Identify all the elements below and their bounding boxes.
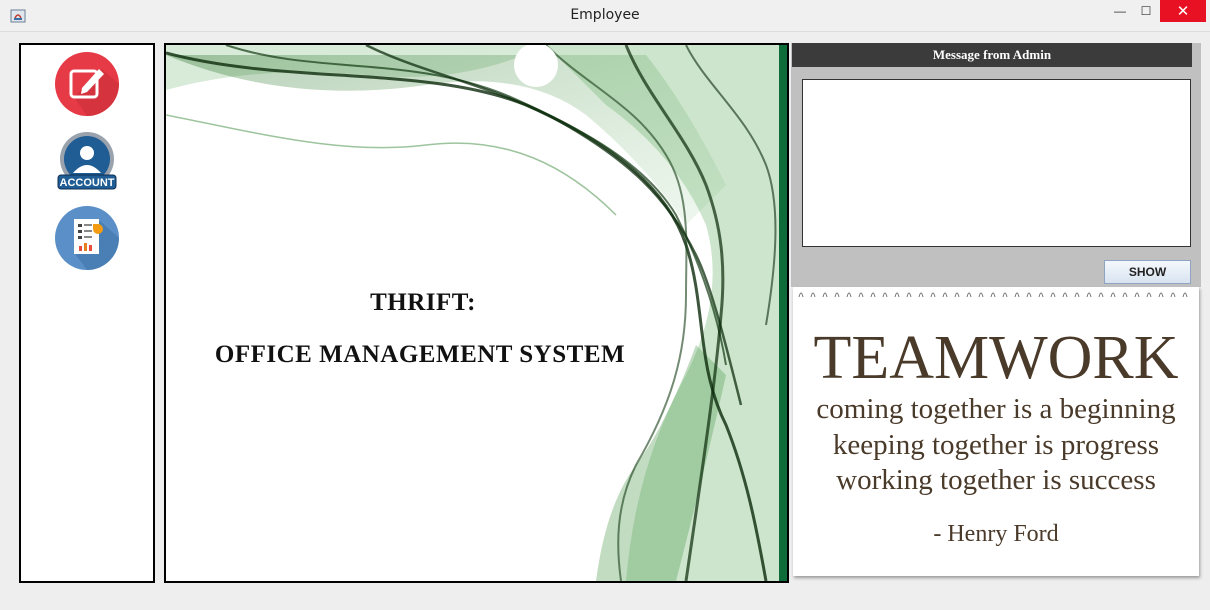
main-panel: THRIFT: OFFICE MANAGEMENT SYSTEM <box>164 43 789 583</box>
quote-title: TEAMWORK <box>813 324 1179 392</box>
spiral-binding <box>798 292 1188 298</box>
quote-line-1: coming together is a beginning <box>816 393 1176 425</box>
sidebar: ACCOUNT <box>19 43 155 583</box>
admin-message-textarea[interactable] <box>802 79 1191 247</box>
app-title-line2: OFFICE MANAGEMENT SYSTEM <box>214 341 626 368</box>
quote-line-3: working together is success <box>836 464 1156 496</box>
account-button[interactable]: ACCOUNT <box>54 131 120 197</box>
edit-button[interactable] <box>54 51 120 117</box>
close-button[interactable]: ✕ <box>1160 0 1206 22</box>
teamwork-quote-image: TEAMWORK coming together is a beginning … <box>793 287 1199 576</box>
account-icon: ACCOUNT <box>57 132 117 190</box>
app-title-line1: THRIFT: <box>370 289 476 316</box>
account-icon-label: ACCOUNT <box>60 177 115 189</box>
accent-strip <box>779 45 787 581</box>
admin-message-panel: Message from Admin SHOW <box>791 43 1201 287</box>
show-button[interactable]: SHOW <box>1104 260 1191 284</box>
message-header: Message from Admin <box>792 43 1192 67</box>
edit-icon <box>55 52 119 116</box>
quote-author: - Henry Ford <box>933 521 1059 547</box>
window-title: Employee <box>570 7 640 23</box>
window-titlebar: Employee — ☐ ✕ <box>0 0 1210 32</box>
report-icon <box>55 206 119 270</box>
report-button[interactable] <box>54 205 120 271</box>
maximize-button[interactable]: ☐ <box>1131 0 1161 22</box>
quote-line-2: keeping together is progress <box>832 429 1160 461</box>
